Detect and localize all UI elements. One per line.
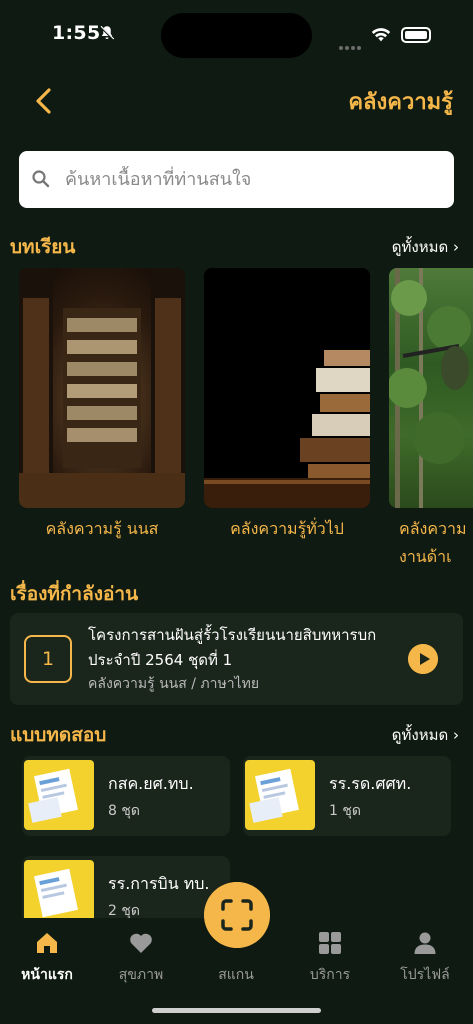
home-indicator bbox=[152, 1008, 321, 1013]
bell-off-icon bbox=[99, 25, 115, 41]
test-thumbnail-icon bbox=[24, 760, 94, 830]
play-button[interactable] bbox=[408, 644, 438, 674]
chevron-right-icon: › bbox=[453, 726, 459, 744]
books-image bbox=[204, 268, 370, 508]
status-time: 1:55 bbox=[52, 22, 101, 44]
nav-health[interactable]: สุขภาพ bbox=[101, 930, 181, 986]
reading-card[interactable]: 1 โครงการสานฝันสู่รั้วโรงเรียนนายสิบทหาร… bbox=[10, 613, 463, 705]
page-title: คลังความรู้ bbox=[348, 90, 453, 115]
tests-section-title: แบบทดสอบ bbox=[10, 724, 107, 746]
test-count: 1 ชุด bbox=[329, 803, 361, 819]
forest-image bbox=[389, 268, 471, 508]
test-thumbnail-icon bbox=[245, 760, 315, 830]
lesson-card-image-3[interactable] bbox=[389, 268, 473, 508]
dynamic-island bbox=[161, 13, 312, 58]
see-all-label: ดูทั้งหมด bbox=[391, 726, 449, 744]
test-name: รร.การบิน ทบ. bbox=[108, 874, 210, 893]
battery-icon bbox=[401, 27, 431, 43]
test-thumbnail-icon bbox=[24, 860, 94, 918]
user-icon bbox=[414, 932, 436, 954]
heart-icon bbox=[130, 933, 152, 953]
lesson-card-label-2[interactable]: คลังความรู้ทั่วไป bbox=[204, 515, 370, 543]
search-bar[interactable] bbox=[19, 151, 454, 208]
lesson-card-image-2[interactable] bbox=[204, 268, 370, 508]
back-button[interactable] bbox=[28, 84, 62, 118]
test-name: รร.รด.ศศท. bbox=[329, 774, 412, 793]
scan-button[interactable] bbox=[204, 882, 270, 948]
reading-number: 1 bbox=[24, 635, 72, 683]
nav-label: โปรไฟล์ bbox=[400, 967, 450, 983]
lessons-see-all-link[interactable]: ดูทั้งหมด › bbox=[392, 235, 459, 259]
nav-label: บริการ bbox=[309, 967, 351, 983]
lesson-card-label-1[interactable]: คลังความรู้ นนส bbox=[19, 515, 185, 543]
tests-see-all-link[interactable]: ดูทั้งหมด › bbox=[392, 723, 459, 747]
wifi-icon bbox=[371, 28, 391, 42]
nav-profile[interactable]: โปรไฟล์ bbox=[385, 930, 465, 986]
home-icon bbox=[37, 933, 57, 953]
lesson-card-label-3[interactable]: คลังความ งานด้าเ bbox=[389, 515, 473, 571]
library-image bbox=[19, 268, 185, 508]
see-all-label: ดูทั้งหมด bbox=[391, 238, 449, 256]
nav-home[interactable]: หน้าแรก bbox=[7, 930, 87, 986]
search-icon bbox=[32, 170, 50, 188]
reading-item-title: โครงการสานฝันสู่รั้วโรงเรียนนายสิบทหารบก… bbox=[88, 626, 377, 669]
reading-item-subtitle: คลังความรู้ นนส / ภาษาไทย bbox=[88, 676, 260, 692]
grid-icon bbox=[319, 932, 341, 954]
test-name: กสค.ยศ.ทบ. bbox=[108, 774, 194, 793]
test-card-3[interactable]: รร.การบิน ทบ. 2 ชุด bbox=[22, 856, 230, 918]
lesson-card-image-1[interactable] bbox=[19, 268, 185, 508]
test-card-2[interactable]: รร.รด.ศศท. 1 ชุด bbox=[243, 756, 451, 836]
cellular-signal-icon bbox=[339, 35, 363, 54]
nav-services[interactable]: บริการ bbox=[290, 930, 370, 986]
nav-label: สุขภาพ bbox=[118, 967, 164, 983]
reading-section-title: เรื่องที่กำลังอ่าน bbox=[10, 583, 139, 605]
chevron-right-icon: › bbox=[453, 238, 459, 256]
nav-label: หน้าแรก bbox=[21, 967, 73, 983]
search-input[interactable] bbox=[65, 151, 435, 208]
test-count: 2 ชุด bbox=[108, 903, 140, 918]
nav-label: สแกน bbox=[218, 967, 254, 983]
test-count: 8 ชุด bbox=[108, 803, 140, 819]
lessons-section-title: บทเรียน bbox=[10, 236, 76, 258]
test-card-1[interactable]: กสค.ยศ.ทบ. 8 ชุด bbox=[22, 756, 230, 836]
